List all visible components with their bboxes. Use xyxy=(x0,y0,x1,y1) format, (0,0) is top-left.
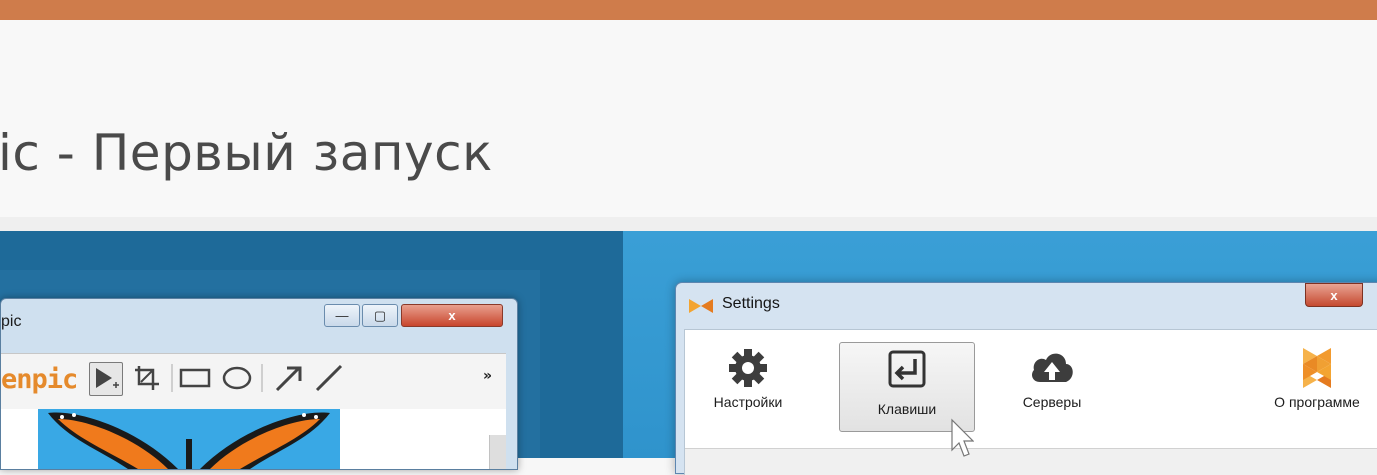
top-accent-band xyxy=(0,0,1377,20)
minimize-button[interactable]: — xyxy=(324,304,360,327)
tab-label: О программе xyxy=(1274,394,1360,410)
rectangle-icon[interactable] xyxy=(179,362,211,394)
tab-servers[interactable]: Серверы xyxy=(1007,342,1097,430)
editor-toolbar: enpic » xyxy=(1,353,506,410)
close-button[interactable]: x xyxy=(401,304,503,327)
tab-settings[interactable]: Настройки xyxy=(703,342,793,430)
close-button[interactable]: x xyxy=(1305,283,1363,307)
tab-label: Клавиши xyxy=(877,401,937,417)
app-logo: enpic xyxy=(1,364,78,395)
editor-window-title: pic xyxy=(1,313,22,330)
tab-label: Серверы xyxy=(1022,394,1082,410)
page-title: ic - Первый запуск xyxy=(0,124,493,182)
line-icon[interactable] xyxy=(313,362,345,394)
settings-content-area xyxy=(685,448,1377,475)
vertical-scrollbar[interactable] xyxy=(489,435,506,469)
select-arrow-icon[interactable] xyxy=(89,362,123,396)
enter-key-icon xyxy=(840,343,974,395)
butterfly-image xyxy=(38,409,340,469)
divider xyxy=(0,217,1377,231)
settings-window: Settings x Настройки Клавиши Серверы О п… xyxy=(675,282,1377,475)
arrow-icon[interactable] xyxy=(273,362,305,394)
header: ic - Первый запуск xyxy=(0,20,1377,217)
toolbar-separator xyxy=(171,364,173,392)
toolbar-separator xyxy=(261,364,263,392)
mouse-cursor-icon xyxy=(950,418,975,462)
settings-panel: Настройки Клавиши Серверы О программе xyxy=(684,329,1377,475)
cloud-upload-icon xyxy=(1007,342,1097,394)
tab-about[interactable]: О программе xyxy=(1247,342,1377,430)
app-logo-icon xyxy=(687,295,715,317)
maximize-button[interactable]: ▢ xyxy=(362,304,398,327)
more-tools-button[interactable]: » xyxy=(483,368,492,384)
logo-icon xyxy=(1247,342,1377,394)
settings-window-title: Settings xyxy=(722,295,780,312)
tab-label: Настройки xyxy=(713,394,783,410)
crop-icon[interactable] xyxy=(131,362,163,394)
gear-icon xyxy=(703,342,793,394)
editor-window: pic — ▢ x enpic » xyxy=(0,298,518,470)
ellipse-icon[interactable] xyxy=(221,362,253,394)
editor-canvas[interactable] xyxy=(1,409,506,469)
